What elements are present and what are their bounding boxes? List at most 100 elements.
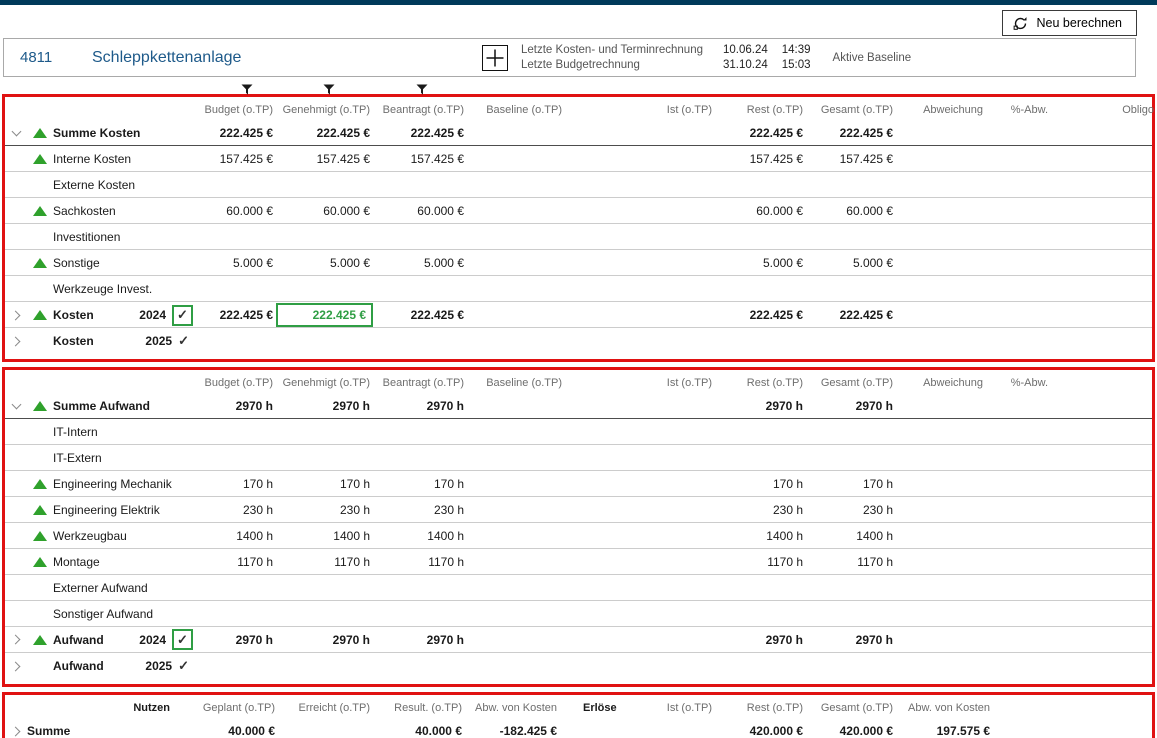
cell-genehmigt: 1170 h — [276, 549, 373, 574]
expander-slot — [5, 198, 27, 223]
column-header-erloese: Erlöse — [560, 702, 638, 714]
cell-ist — [565, 497, 715, 522]
green-triangle-icon — [33, 505, 47, 515]
row-label: Kosten — [53, 308, 133, 322]
year-checkbox[interactable]: ✓ — [172, 629, 193, 650]
cell-ist — [565, 302, 715, 328]
cell-abweichung — [896, 250, 986, 275]
cell-beantragt: 2970 h — [373, 393, 467, 418]
add-button[interactable] — [482, 45, 508, 71]
cell-budget: 230 h — [193, 497, 276, 522]
row-name-block: Sonstige — [53, 250, 193, 275]
kosten-table-header-row: Budget (o.TP)Genehmigt (o.TP)Beantragt (… — [5, 99, 1152, 120]
aufwand-table-row-it-intern: IT-Intern — [5, 419, 1152, 445]
cell-rest — [715, 419, 806, 444]
chevron-closed-icon — [10, 310, 20, 320]
cell-baseline — [467, 523, 565, 548]
cell-ist — [565, 471, 715, 496]
trend-up-icon — [27, 120, 53, 145]
aufwand-table-row-engineering-mechanik: Engineering Mechanik170 h170 h170 h170 h… — [5, 471, 1152, 497]
column-header-geplant: Geplant (o.TP) — [173, 702, 278, 714]
cell-rest — [715, 224, 806, 249]
cell-abweichung — [896, 445, 986, 470]
cell-budget: 60.000 € — [193, 198, 276, 223]
cell-ist — [565, 627, 715, 652]
recalculate-button[interactable]: Neu berechnen — [1002, 10, 1137, 36]
expander-slot — [5, 276, 27, 301]
expander-icon[interactable] — [5, 653, 27, 679]
cell-rest: 1400 h — [715, 523, 806, 548]
year-checkmark-icon[interactable]: ✓ — [178, 333, 193, 349]
cell-baseline — [467, 627, 565, 652]
column-header-rest: Rest (o.TP) — [715, 702, 806, 714]
row-name-block: Summe — [27, 718, 125, 738]
cell-gesamt — [806, 575, 896, 600]
cell-beantragt: 1170 h — [373, 549, 467, 574]
filter-icon[interactable] — [416, 83, 428, 95]
row-label: Summe Kosten — [53, 126, 193, 140]
cell-beantragt — [373, 653, 467, 679]
expander-icon[interactable] — [5, 120, 27, 145]
cell-pabw — [986, 601, 1051, 626]
row-name-block: Interne Kosten — [53, 146, 193, 171]
chevron-open-icon — [11, 399, 21, 409]
aufwand-table-row-engineering-elektrik: Engineering Elektrik230 h230 h230 h230 h… — [5, 497, 1152, 523]
cell-rest — [715, 653, 806, 679]
chevron-closed-icon — [10, 336, 20, 346]
cell-abweichung — [896, 653, 986, 679]
expander-icon[interactable] — [5, 328, 27, 354]
cell-genehmigt[interactable]: 222.425 € — [276, 303, 373, 327]
cell-genehmigt: 157.425 € — [276, 146, 373, 171]
filter-icon[interactable] — [241, 83, 253, 95]
trend-slot — [27, 601, 53, 626]
cell-obligo — [1051, 120, 1157, 145]
expander-icon[interactable] — [5, 627, 27, 652]
cell-abweichung — [896, 471, 986, 496]
column-header-beantragt: Beantragt (o.TP) — [373, 104, 467, 116]
expander-icon[interactable] — [5, 718, 27, 738]
year-label: 2024 — [139, 633, 166, 647]
row-name-block: Externe Kosten — [53, 172, 193, 197]
filter-icon[interactable] — [323, 83, 335, 95]
cell-ist — [565, 445, 715, 470]
column-header-ist: Ist (o.TP) — [565, 377, 715, 389]
cell-result: 40.000 € — [373, 718, 465, 738]
row-label: Sonstiger Aufwand — [53, 607, 193, 621]
cell-pabw — [986, 393, 1051, 418]
trend-up-icon — [27, 549, 53, 574]
cell-ist — [565, 523, 715, 548]
expander-slot — [5, 250, 27, 275]
cell-gesamt: 222.425 € — [806, 302, 896, 328]
trend-slot — [27, 328, 53, 354]
cell-baseline — [467, 120, 565, 145]
year-checkmark-icon[interactable]: ✓ — [178, 658, 193, 674]
cell-pabw — [986, 250, 1051, 275]
cell-pabw — [986, 523, 1051, 548]
expander-slot — [5, 497, 27, 522]
last-budget-calc-date: 31.10.24 — [723, 58, 768, 73]
cell-pabw — [986, 653, 1051, 679]
row-label: Summe — [27, 724, 125, 738]
cell-baseline — [467, 393, 565, 418]
expander-icon[interactable] — [5, 393, 27, 418]
row-name-block: Aufwand2025✓ — [53, 653, 193, 679]
year-checkbox[interactable]: ✓ — [172, 305, 193, 326]
row-name-block: IT-Intern — [53, 419, 193, 444]
trend-up-icon — [27, 497, 53, 522]
expander-icon[interactable] — [5, 302, 27, 328]
nutzen-table-header-row: NutzenGeplant (o.TP)Erreicht (o.TP)Resul… — [5, 697, 1152, 718]
cell-ist — [565, 575, 715, 600]
aufwand-table-row-werkzeugbau: Werkzeugbau1400 h1400 h1400 h1400 h1400 … — [5, 523, 1152, 549]
cell-obligo — [1051, 224, 1157, 249]
cell-abweichung — [896, 172, 986, 197]
trend-up-icon — [27, 198, 53, 223]
row-name-block: Investitionen — [53, 224, 193, 249]
toolbar: Neu berechnen — [0, 5, 1157, 38]
expander-slot — [5, 471, 27, 496]
column-header-erreicht: Erreicht (o.TP) — [278, 702, 373, 714]
green-triangle-icon — [33, 557, 47, 567]
cell-baseline — [467, 302, 565, 328]
cell-beantragt — [373, 172, 467, 197]
cell-baseline — [467, 146, 565, 171]
kosten-table-row-summe-kosten: Summe Kosten222.425 €222.425 €222.425 €2… — [5, 120, 1152, 146]
